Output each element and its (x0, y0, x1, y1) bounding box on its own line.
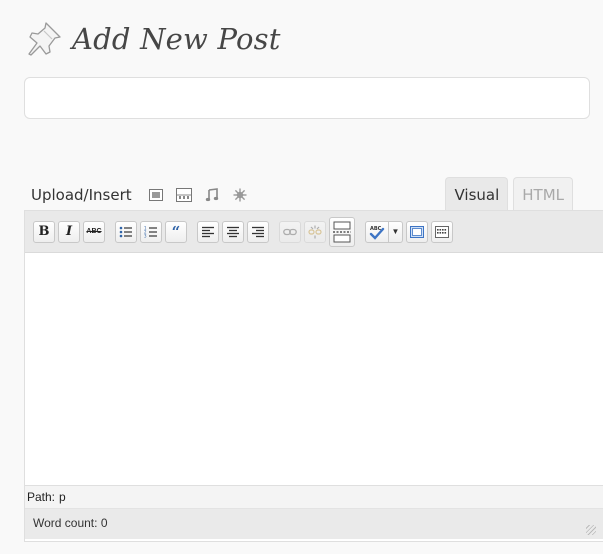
bold-button[interactable]: B (33, 220, 55, 243)
spellcheck-group: ABC ▼ (365, 220, 403, 243)
word-count-value: 0 (100, 516, 108, 530)
align-left-button[interactable] (197, 220, 219, 243)
upload-insert-label: Upload/Insert (31, 186, 132, 204)
word-count-label: Word count: (33, 516, 98, 530)
add-audio-icon[interactable] (202, 185, 222, 205)
add-image-icon[interactable] (146, 185, 166, 205)
link-icon (283, 228, 297, 235)
editor-content-area[interactable] (25, 253, 603, 485)
blockquote-button[interactable]: “ (165, 220, 187, 243)
pushpin-icon (28, 22, 61, 56)
editor: B I ABC 123 “ ABC ▼ Path: p Word count: … (24, 210, 603, 542)
kitchen-sink-icon (435, 225, 449, 238)
path-bar: Path: p (25, 485, 603, 509)
resize-handle-icon[interactable] (586, 525, 596, 535)
strikethrough-button[interactable]: ABC (83, 220, 105, 243)
align-right-icon (252, 226, 264, 237)
unlink-button[interactable] (304, 220, 326, 243)
editor-toolbar: B I ABC 123 “ ABC ▼ (25, 211, 603, 253)
unordered-list-button[interactable] (115, 220, 137, 243)
bullet-list-icon (119, 226, 132, 237)
path-element-p[interactable]: p (59, 490, 66, 504)
unlink-icon (308, 225, 322, 238)
post-title-input[interactable] (24, 77, 590, 119)
media-bar: Upload/Insert (31, 183, 254, 207)
italic-button[interactable]: I (58, 220, 80, 243)
align-center-icon (227, 226, 239, 237)
insert-more-tag-button[interactable] (329, 216, 355, 247)
spellcheck-icon: ABC (369, 226, 385, 240)
tab-html[interactable]: HTML (513, 177, 573, 210)
page-title: Add New Post (72, 22, 281, 56)
align-left-icon (202, 226, 214, 237)
align-right-button[interactable] (247, 220, 269, 243)
status-bar: Word count: 0 (25, 509, 603, 539)
align-center-button[interactable] (222, 220, 244, 243)
add-video-icon[interactable] (174, 185, 194, 205)
fullscreen-button[interactable] (406, 220, 428, 243)
insert-link-button[interactable] (279, 220, 301, 243)
spellcheck-button[interactable]: ABC (365, 220, 389, 243)
caret-down-icon: ▼ (391, 227, 400, 236)
add-media-icon[interactable] (230, 185, 250, 205)
tab-visual[interactable]: Visual (445, 177, 509, 211)
page-header: Add New Post (24, 14, 281, 64)
editor-tabs: Visual HTML (440, 177, 573, 211)
fullscreen-icon (410, 225, 424, 238)
svg-text:3: 3 (144, 233, 147, 238)
more-tag-icon (333, 221, 351, 242)
spellcheck-dropdown-button[interactable]: ▼ (389, 220, 403, 243)
kitchen-sink-button[interactable] (431, 220, 453, 243)
ordered-list-button[interactable]: 123 (140, 220, 162, 243)
numbered-list-icon: 123 (144, 225, 157, 238)
path-label: Path: (27, 490, 56, 504)
